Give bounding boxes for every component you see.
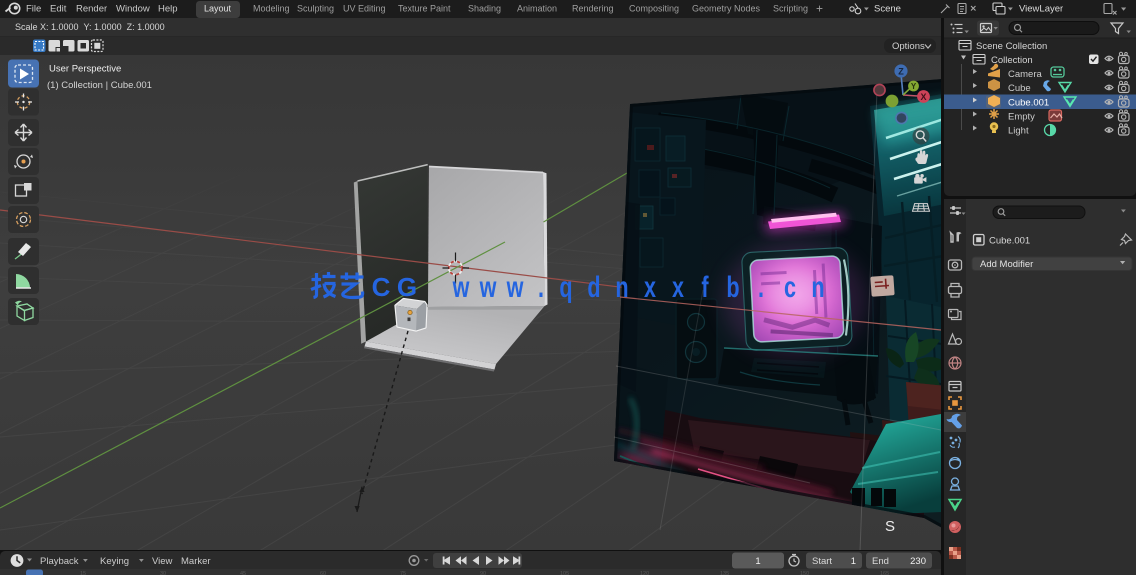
- svg-text:Scripting: Scripting: [773, 4, 808, 14]
- svg-text:ViewLayer: ViewLayer: [1019, 4, 1063, 15]
- svg-text:C: C: [372, 272, 391, 302]
- svg-text:75: 75: [400, 571, 406, 575]
- svg-text:30: 30: [160, 571, 166, 575]
- svg-text:x: x: [644, 269, 656, 303]
- svg-text:Y: Y: [911, 82, 917, 91]
- svg-text:w: w: [506, 269, 524, 303]
- svg-text:b: b: [726, 269, 739, 303]
- svg-text:Marker: Marker: [181, 556, 211, 567]
- svg-text:Render: Render: [76, 4, 107, 15]
- svg-text:.: .: [538, 269, 544, 303]
- svg-text:View: View: [152, 556, 173, 567]
- svg-text:1: 1: [755, 556, 760, 567]
- svg-text:90: 90: [480, 571, 486, 575]
- svg-text:Scene Collection: Scene Collection: [976, 41, 1047, 52]
- svg-text:45: 45: [240, 571, 246, 575]
- svg-text:Cube.001: Cube.001: [989, 236, 1030, 247]
- svg-text:w: w: [479, 269, 497, 303]
- svg-text:Keying: Keying: [100, 556, 129, 567]
- svg-text:120: 120: [640, 571, 649, 575]
- svg-text:1: 1: [851, 556, 856, 567]
- svg-text:165: 165: [880, 571, 889, 575]
- svg-text:Scene: Scene: [874, 4, 901, 15]
- svg-text:Options: Options: [892, 41, 925, 52]
- svg-text:Light: Light: [1008, 126, 1029, 137]
- svg-text:n: n: [615, 269, 628, 303]
- svg-text:Z: Z: [898, 66, 904, 76]
- svg-text:User Perspective: User Perspective: [49, 64, 121, 75]
- svg-text:Empty: Empty: [1008, 112, 1035, 123]
- svg-text:Texture Paint: Texture Paint: [398, 4, 451, 14]
- svg-text:Help: Help: [158, 4, 178, 15]
- svg-text:f: f: [701, 269, 708, 303]
- svg-text:Window: Window: [116, 4, 150, 15]
- svg-text:230: 230: [910, 556, 926, 567]
- svg-text:Start: Start: [812, 556, 832, 567]
- svg-text:Playback: Playback: [40, 556, 79, 567]
- svg-text:Edit: Edit: [50, 4, 67, 15]
- svg-text:q: q: [559, 269, 572, 303]
- svg-text:X: X: [920, 92, 926, 102]
- svg-text:15: 15: [80, 571, 86, 575]
- svg-text:w: w: [452, 269, 470, 303]
- svg-text:+: +: [816, 2, 823, 16]
- svg-text:60: 60: [320, 571, 326, 575]
- svg-text:150: 150: [800, 571, 809, 575]
- svg-text:d: d: [587, 269, 600, 303]
- svg-text:x: x: [672, 269, 684, 303]
- svg-text:Rendering: Rendering: [572, 4, 614, 14]
- svg-text:Modeling: Modeling: [253, 4, 290, 14]
- svg-text:Layout: Layout: [204, 4, 232, 14]
- svg-text:135: 135: [720, 571, 729, 575]
- svg-text:Shading: Shading: [468, 4, 501, 14]
- svg-text:Cube.001: Cube.001: [1008, 98, 1049, 109]
- svg-text:Animation: Animation: [517, 4, 557, 14]
- svg-text:Compositing: Compositing: [629, 4, 679, 14]
- svg-text:Geometry Nodes: Geometry Nodes: [692, 4, 761, 14]
- svg-text:G: G: [397, 272, 417, 302]
- svg-text:Add Modifier: Add Modifier: [980, 259, 1033, 270]
- svg-text:c: c: [784, 269, 796, 303]
- svg-text:UV Editing: UV Editing: [343, 4, 386, 14]
- svg-text:S: S: [885, 518, 895, 535]
- svg-text:Sculpting: Sculpting: [297, 4, 334, 14]
- svg-text:Cube: Cube: [1008, 83, 1031, 94]
- svg-text:n: n: [811, 269, 824, 303]
- svg-text:End: End: [872, 556, 889, 567]
- svg-text:(1) Collection | Cube.001: (1) Collection | Cube.001: [47, 80, 152, 91]
- svg-text:.: .: [758, 269, 764, 303]
- svg-text:Camera: Camera: [1008, 69, 1043, 80]
- svg-text:105: 105: [560, 571, 569, 575]
- svg-text:File: File: [26, 4, 41, 15]
